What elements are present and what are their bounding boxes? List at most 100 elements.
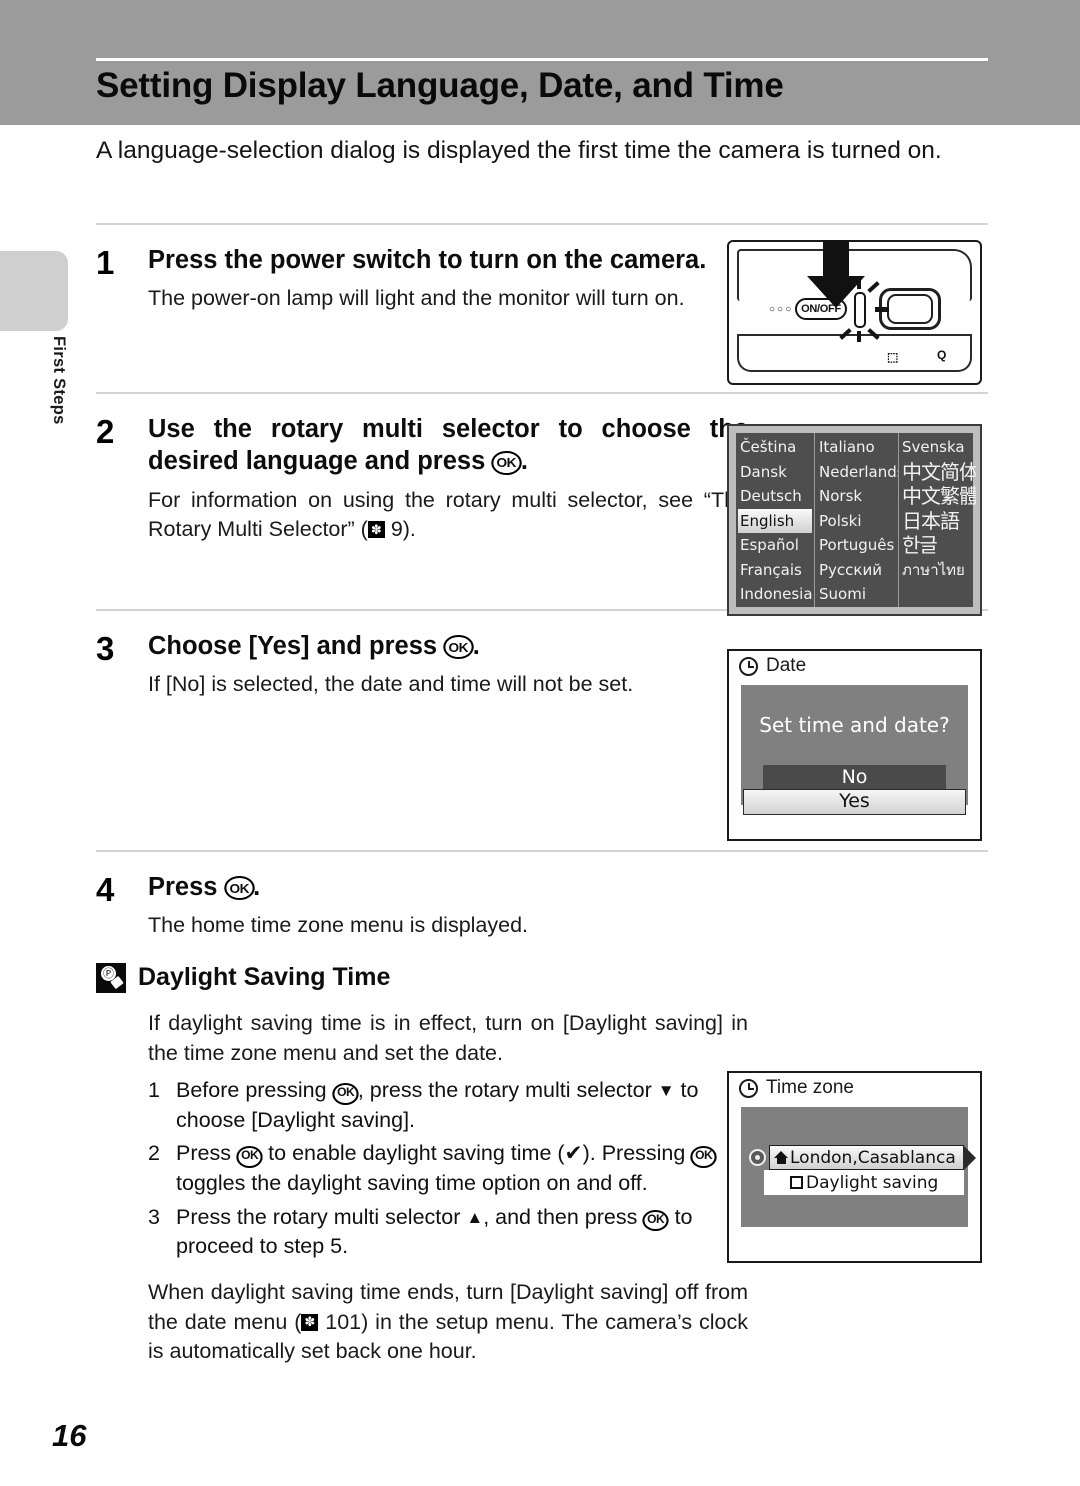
arrow-down-icon: ▼: [657, 1081, 675, 1101]
language-option[interactable]: [902, 582, 976, 607]
step-2-number: 2: [96, 412, 115, 450]
tip-item-text-a: Press the rotary multi selector: [176, 1204, 467, 1229]
step-1-title-line1: Press the power switch to turn on the: [148, 245, 603, 274]
tip-list-item: 3 Press the rotary multi selector ▲, and…: [148, 1203, 748, 1262]
tip-item-text: Before pressing OK, press the rotary mul…: [176, 1076, 748, 1135]
language-option[interactable]: Deutsch: [740, 484, 814, 509]
page-title: Setting Display Language, Date, and Time: [96, 66, 784, 105]
timezone-city-row[interactable]: London,Casablanca: [749, 1145, 976, 1171]
tip-item-text-c: Pressing: [601, 1141, 692, 1166]
daylight-saving-checkbox[interactable]: [790, 1176, 803, 1189]
timezone-title: Time zone: [766, 1077, 854, 1098]
step-2-description: For information on using the rotary mult…: [148, 486, 748, 545]
step-4-title-text: Press: [148, 872, 225, 901]
tip-item-number: 3: [148, 1204, 160, 1229]
tip-list: 1 Before pressing OK, press the rotary m…: [148, 1076, 748, 1262]
date-dialog-screen: Date Set time and date? No Yes: [727, 649, 982, 841]
timezone-city-selected[interactable]: London,Casablanca: [769, 1145, 976, 1171]
tip-item-text-b: , and then press: [483, 1204, 644, 1229]
step-3-title-period: .: [472, 631, 480, 660]
step-4-description: The home time zone menu is displayed.: [148, 913, 529, 938]
language-option[interactable]: Français: [740, 558, 814, 583]
step-1-title-line2: camera.: [609, 245, 707, 274]
language-option[interactable]: 中文繁體: [902, 484, 976, 509]
language-column-1: Čeština Dansk Deutsch English Español Fr…: [736, 433, 814, 607]
timezone-panel: London,Casablanca Daylight saving: [741, 1107, 976, 1227]
tip-list-item: 1 Before pressing OK, press the rotary m…: [148, 1076, 748, 1135]
date-screen-titlebar: Date: [729, 651, 980, 681]
language-option[interactable]: Português: [819, 533, 898, 558]
tip-item-text-a: Before pressing: [176, 1078, 333, 1103]
step-2-desc-text: For information on using the rotary mult…: [148, 487, 748, 542]
arrow-up-icon: ▲: [466, 1207, 484, 1227]
language-option[interactable]: Norsk: [819, 484, 898, 509]
tip-item-number: 2: [148, 1141, 160, 1166]
date-option-yes-selected[interactable]: Yes: [743, 789, 966, 815]
separator-4: [96, 849, 988, 852]
ok-button-icon: OK: [236, 1146, 263, 1168]
language-option[interactable]: Nederlands: [819, 460, 898, 485]
tip-header: Daylight Saving Time: [96, 962, 988, 993]
language-option[interactable]: 中文简体: [902, 460, 976, 485]
step-2-desc-ref: 9).: [384, 517, 416, 542]
tip-bulb-icon: [96, 962, 126, 993]
step-4: 4 Press OK. The home time zone menu is d…: [96, 871, 988, 941]
tip-item-text: Press OK to enable daylight saving time …: [176, 1139, 748, 1198]
date-screen-title: Date: [766, 655, 807, 676]
language-option[interactable]: Dansk: [740, 460, 814, 485]
language-option[interactable]: Español: [740, 533, 814, 558]
language-option[interactable]: Italiano: [819, 435, 898, 460]
header-band: Setting Display Language, Date, and Time: [0, 0, 1080, 125]
language-option[interactable]: Indonesia: [740, 582, 814, 607]
language-option[interactable]: Čeština: [740, 435, 814, 460]
timezone-titlebar: Time zone: [729, 1073, 980, 1103]
tip-intro: If daylight saving time is in effect, tu…: [148, 1010, 748, 1065]
language-option[interactable]: Svenska: [902, 435, 976, 460]
date-question: Set time and date?: [759, 713, 950, 737]
language-option[interactable]: ภาษาไทย: [902, 558, 976, 583]
timezone-city-label: London,Casablanca: [790, 1147, 956, 1168]
manual-page: Setting Display Language, Date, and Time…: [0, 0, 1080, 1486]
tip-item-text-a: Press: [176, 1141, 237, 1166]
chevron-right-icon: [963, 1145, 976, 1171]
book-reference-icon: [301, 1313, 319, 1331]
language-option[interactable]: 日本語: [902, 509, 976, 534]
date-option-no[interactable]: No: [763, 765, 946, 789]
tip-item-number: 1: [148, 1078, 160, 1103]
zoom-button-icon: Q: [937, 348, 947, 362]
tip-item-text-b: , press the rotary multi selector: [357, 1078, 658, 1103]
language-option[interactable]: Suomi: [819, 582, 898, 607]
date-dialog-panel: Set time and date? No Yes: [741, 685, 968, 815]
home-icon: [774, 1151, 789, 1164]
globe-icon: [749, 1149, 766, 1166]
language-menu-screen: Čeština Dansk Deutsch English Español Fr…: [727, 424, 982, 616]
chapter-tab: [0, 251, 68, 331]
header-rule: [96, 58, 988, 61]
ok-button-icon: OK: [331, 1083, 359, 1105]
ok-button-icon: OK: [642, 1209, 670, 1232]
step-1-number: 1: [96, 243, 115, 281]
language-option[interactable]: Русский: [819, 558, 898, 583]
chapter-label: First Steps: [50, 336, 68, 425]
tip-item-text: Press the rotary multi selector ▲, and t…: [176, 1203, 748, 1262]
language-option-selected[interactable]: English: [738, 508, 812, 533]
page-number: 16: [52, 1418, 87, 1453]
ok-button-icon: OK: [491, 450, 522, 475]
tip-title: Daylight Saving Time: [138, 963, 391, 992]
daylight-saving-row[interactable]: Daylight saving: [764, 1170, 964, 1195]
tip-body: If daylight saving time is in effect, tu…: [148, 1009, 748, 1367]
step-3-title: Choose [Yes] and press OK.: [148, 630, 748, 663]
step-4-number: 4: [96, 870, 115, 908]
separator-1: [96, 222, 988, 225]
language-option[interactable]: 한글: [902, 533, 976, 558]
tip-item-text-b: to enable daylight saving time (✔).: [262, 1141, 596, 1166]
separator-2: [96, 391, 988, 394]
step-4-title: Press OK.: [148, 871, 748, 904]
ok-button-icon: OK: [223, 876, 254, 901]
step-1-title: Press the power switch to turn on the ca…: [148, 244, 748, 277]
clock-icon: [739, 656, 758, 676]
thumbnail-button-icon: ⬚: [887, 350, 899, 364]
language-option[interactable]: Polski: [819, 509, 898, 534]
step-3-description: If [No] is selected, the date and time w…: [148, 672, 634, 697]
step-3-title-text: Choose [Yes] and press: [148, 631, 445, 660]
